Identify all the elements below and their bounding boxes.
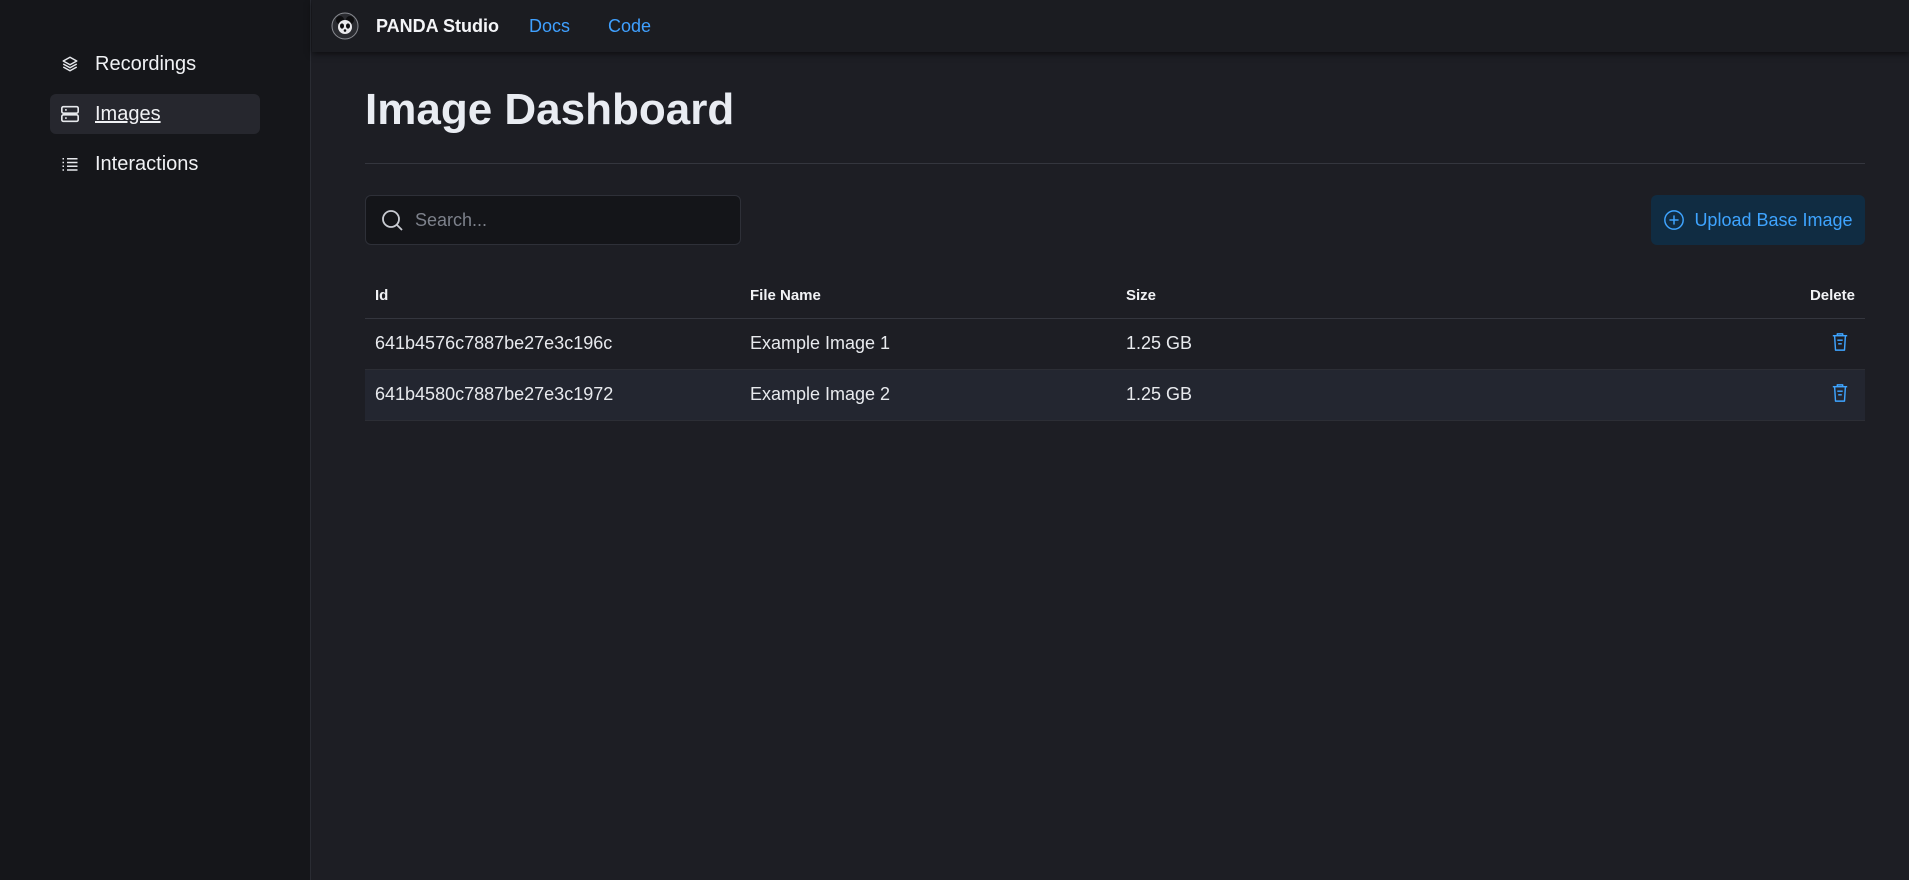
cell-file-name: Example Image 1 (740, 318, 1116, 370)
layers-icon (60, 54, 80, 74)
brand-name[interactable]: PANDA Studio (376, 16, 499, 37)
upload-button-label: Upload Base Image (1694, 209, 1853, 230)
sidebar-item-label: Recordings (95, 52, 197, 75)
cell-delete (1519, 318, 1865, 370)
sidebar-item-recordings[interactable]: Recordings (50, 44, 260, 84)
top-bar: PANDA Studio Docs Code (312, 0, 1909, 52)
cell-id: 641b4576c7887be27e3c196c (365, 318, 740, 370)
main-content: Image Dashboard Upload Base Image (365, 52, 1865, 421)
cell-size: 1.25 GB (1116, 369, 1520, 421)
plus-circle-icon (1663, 209, 1685, 231)
search-box[interactable] (365, 195, 741, 245)
sidebar-item-label: Interactions (95, 152, 199, 175)
column-header-id[interactable]: Id (365, 274, 740, 319)
list-icon (60, 154, 80, 174)
trash-icon[interactable] (1829, 382, 1851, 404)
toolbar: Upload Base Image (365, 195, 1865, 245)
search-input[interactable] (415, 209, 715, 231)
server-icon (60, 104, 80, 124)
sidebar-item-images[interactable]: Images (50, 94, 260, 134)
column-header-file-name[interactable]: File Name (740, 274, 1116, 319)
trash-icon[interactable] (1829, 331, 1851, 353)
cell-size: 1.25 GB (1116, 318, 1520, 370)
docs-link[interactable]: Docs (529, 16, 570, 37)
column-header-size[interactable]: Size (1116, 274, 1520, 319)
search-icon (379, 207, 405, 233)
images-table: Id File Name Size Delete 641b4576c7887be… (365, 274, 1865, 421)
sidebar-nav: Recordings Images Interactions (50, 44, 260, 194)
code-link[interactable]: Code (608, 16, 651, 37)
table-row[interactable]: 641b4580c7887be27e3c1972 Example Image 2… (365, 369, 1865, 421)
table-header-row: Id File Name Size Delete (365, 274, 1865, 319)
sidebar-item-label: Images (95, 102, 161, 125)
sidebar: Recordings Images Interactions (0, 0, 311, 880)
table-row[interactable]: 641b4576c7887be27e3c196c Example Image 1… (365, 318, 1865, 370)
panda-logo-icon[interactable] (330, 11, 360, 41)
cell-delete (1519, 369, 1865, 421)
column-header-delete: Delete (1519, 274, 1865, 319)
page-title: Image Dashboard (365, 85, 735, 134)
title-divider (365, 163, 1865, 164)
cell-file-name: Example Image 2 (740, 369, 1116, 421)
sidebar-item-interactions[interactable]: Interactions (50, 144, 260, 184)
upload-base-image-button[interactable]: Upload Base Image (1651, 195, 1865, 245)
cell-id: 641b4580c7887be27e3c1972 (365, 369, 740, 421)
